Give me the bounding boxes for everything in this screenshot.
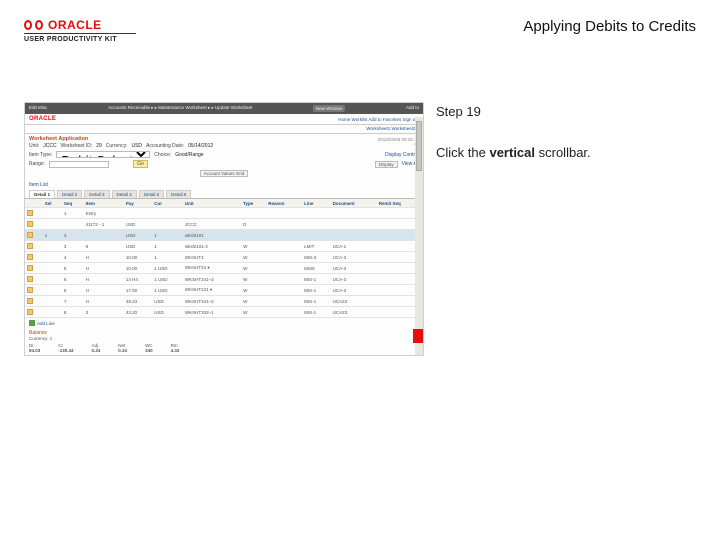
- row-icon[interactable]: [27, 232, 33, 238]
- brand-block: ORACLE USER PRODUCTIVITY KIT: [24, 18, 136, 43]
- header-links[interactable]: Home Worklist Add to Favorites Sign out: [338, 117, 419, 122]
- col-header: Pay: [124, 199, 152, 208]
- app-topbar: Edit Misc Accounts Receivable ▸ ▸ Mainte…: [25, 103, 423, 114]
- range-input[interactable]: [49, 161, 109, 168]
- unit-label: Unit:: [29, 143, 39, 149]
- worksheet-id-label: Worksheet ID:: [61, 143, 93, 149]
- detail-tab[interactable]: Detail 3: [84, 190, 109, 198]
- col-header: Line: [302, 199, 330, 208]
- balance-cell: Dr94.03: [29, 343, 40, 353]
- currency-label: Currency:: [106, 143, 128, 149]
- col-header: Seq: [62, 199, 84, 208]
- balance-cell: Adj0.34: [92, 343, 101, 353]
- acct-date-value: 05/14/2012: [188, 143, 213, 149]
- go-button[interactable]: Go: [133, 160, 148, 168]
- col-header: Sel: [43, 199, 62, 208]
- acct-date-label: Accounting Date:: [146, 143, 184, 149]
- col-header: Cur: [152, 199, 183, 208]
- col-header: Type: [241, 199, 266, 208]
- vertical-scrollbar[interactable]: [415, 117, 423, 355]
- table-row[interactable]: 6H17.001 USDWKSHT241 ▾WMIS-1UCA-3: [25, 285, 423, 296]
- balance-cell: Cr-130.44: [58, 343, 73, 353]
- new-window-button[interactable]: New Window: [313, 105, 345, 112]
- item-list-heading: Item List: [29, 182, 48, 188]
- breadcrumb: Accounts Receivable ▸ ▸ Maintenance Work…: [108, 105, 252, 112]
- detail-tab[interactable]: Detail 2: [57, 190, 82, 198]
- col-header: Unit: [183, 199, 241, 208]
- instruction-panel: Step 19 Click the vertical scrollbar.: [436, 102, 696, 356]
- table-row[interactable]: 4H10.001WKSHT4WMIS-3UCA-3: [25, 252, 423, 263]
- detail-tab[interactable]: Detail 6: [166, 190, 191, 198]
- timestamp: 2012/03/06 09:32:17: [378, 137, 419, 142]
- col-header: Document: [331, 199, 377, 208]
- scrollbar-highlight[interactable]: [413, 329, 423, 343]
- table-row[interactable]: 13USD1wksht101: [25, 230, 423, 241]
- section-title: Worksheet Application: [29, 136, 88, 142]
- row-icon[interactable]: [27, 243, 33, 249]
- detail-tab[interactable]: Detail 5: [139, 190, 164, 198]
- scrollbar-thumb[interactable]: [416, 121, 422, 171]
- topbar-left: Edit Misc: [29, 105, 47, 112]
- balance-cell: Rm4.33: [171, 343, 180, 353]
- unit-value: JCCC: [43, 143, 56, 149]
- app-brand: ORACLE: [29, 116, 56, 122]
- range-label: Range:: [29, 161, 45, 167]
- item-type-select[interactable]: Debit Select: [56, 151, 150, 158]
- account-values-button[interactable]: Account Values Grid: [200, 170, 249, 177]
- worksheet-tabs[interactable]: Worksheet1 Worksheet2 ▾: [25, 125, 423, 134]
- upk-subtitle: USER PRODUCTIVITY KIT: [24, 36, 136, 43]
- table-row[interactable]: 6H14 H41 USDWKSHT241–3WMIS-1UCA-3: [25, 274, 423, 285]
- balance-grid: Dr94.03 Cr-130.44 Adj0.34 Net0.34 WC340 Rm4.3…: [29, 341, 419, 355]
- display-button[interactable]: Display: [375, 161, 398, 168]
- row-icon[interactable]: [27, 309, 33, 315]
- page-title: Applying Debits to Credits: [523, 18, 696, 35]
- row-icon[interactable]: [27, 276, 33, 282]
- col-header: [25, 199, 43, 208]
- display-control-link[interactable]: Display Control: [385, 152, 419, 158]
- step-label: Step 19: [436, 102, 696, 123]
- item-table: SelSeqItemPayCurUnitTypeReasonLineDocume…: [25, 199, 423, 318]
- table-row[interactable]: 39USD1wksht101-2WLMITUCA-1: [25, 241, 423, 252]
- currency-value: USD: [131, 143, 142, 149]
- instruction-text: Click the vertical scrollbar.: [436, 143, 696, 164]
- table-row[interactable]: 41172 - 1USDJCCCD: [25, 219, 423, 230]
- detail-tab[interactable]: Detail 4: [112, 190, 137, 198]
- row-icon[interactable]: [27, 221, 33, 227]
- row-icon[interactable]: [27, 210, 33, 216]
- worksheet-id-value: 29: [96, 143, 102, 149]
- col-header: Reason: [266, 199, 302, 208]
- table-row[interactable]: 5H10.001 USDWKSHT24 ▾WMIS5UCA-3: [25, 263, 423, 274]
- balance-cell: WC340: [145, 343, 153, 353]
- row-icon[interactable]: [27, 254, 33, 260]
- table-row[interactable]: 8343.20USDWKSHT332–1WMIS-1UCA23: [25, 307, 423, 318]
- plus-icon: [29, 320, 35, 326]
- col-header: Item: [84, 199, 124, 208]
- detail-tabbar: Detail 1Detail 2Detail 3Detail 4Detail 5…: [25, 188, 423, 199]
- row-icon[interactable]: [27, 287, 33, 293]
- app-screenshot: Edit Misc Accounts Receivable ▸ ▸ Mainte…: [24, 102, 424, 356]
- row-icon[interactable]: [27, 265, 33, 271]
- row-icon[interactable]: [27, 298, 33, 304]
- topbar-right: Add to: [406, 105, 419, 112]
- item-type-label: Item Type:: [29, 152, 52, 158]
- choice-label: Choice:: [154, 152, 171, 158]
- choice-value: Good/Range: [175, 152, 203, 158]
- add-line-button[interactable]: Add Line: [25, 318, 423, 328]
- table-row[interactable]: 1Entry: [25, 208, 423, 219]
- detail-tab[interactable]: Detail 1: [29, 190, 55, 198]
- balance-cell: Net0.34: [118, 343, 127, 353]
- table-row[interactable]: 7H49.23USDWKSHT341–2WMIS-1UCA23: [25, 296, 423, 307]
- oracle-logo: ORACLE: [24, 18, 136, 32]
